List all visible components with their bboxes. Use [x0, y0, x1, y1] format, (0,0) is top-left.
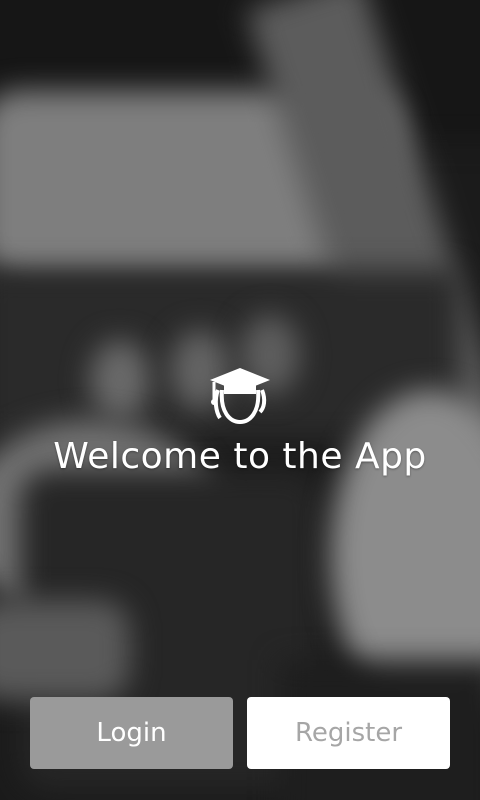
register-button[interactable]: Register	[247, 697, 450, 769]
welcome-section: Welcome to the App	[0, 360, 480, 477]
login-button[interactable]: Login	[30, 697, 233, 769]
welcome-title: Welcome to the App	[53, 436, 427, 477]
auth-actions: Login Register	[30, 697, 450, 769]
graduate-cap-student-icon	[210, 368, 270, 425]
